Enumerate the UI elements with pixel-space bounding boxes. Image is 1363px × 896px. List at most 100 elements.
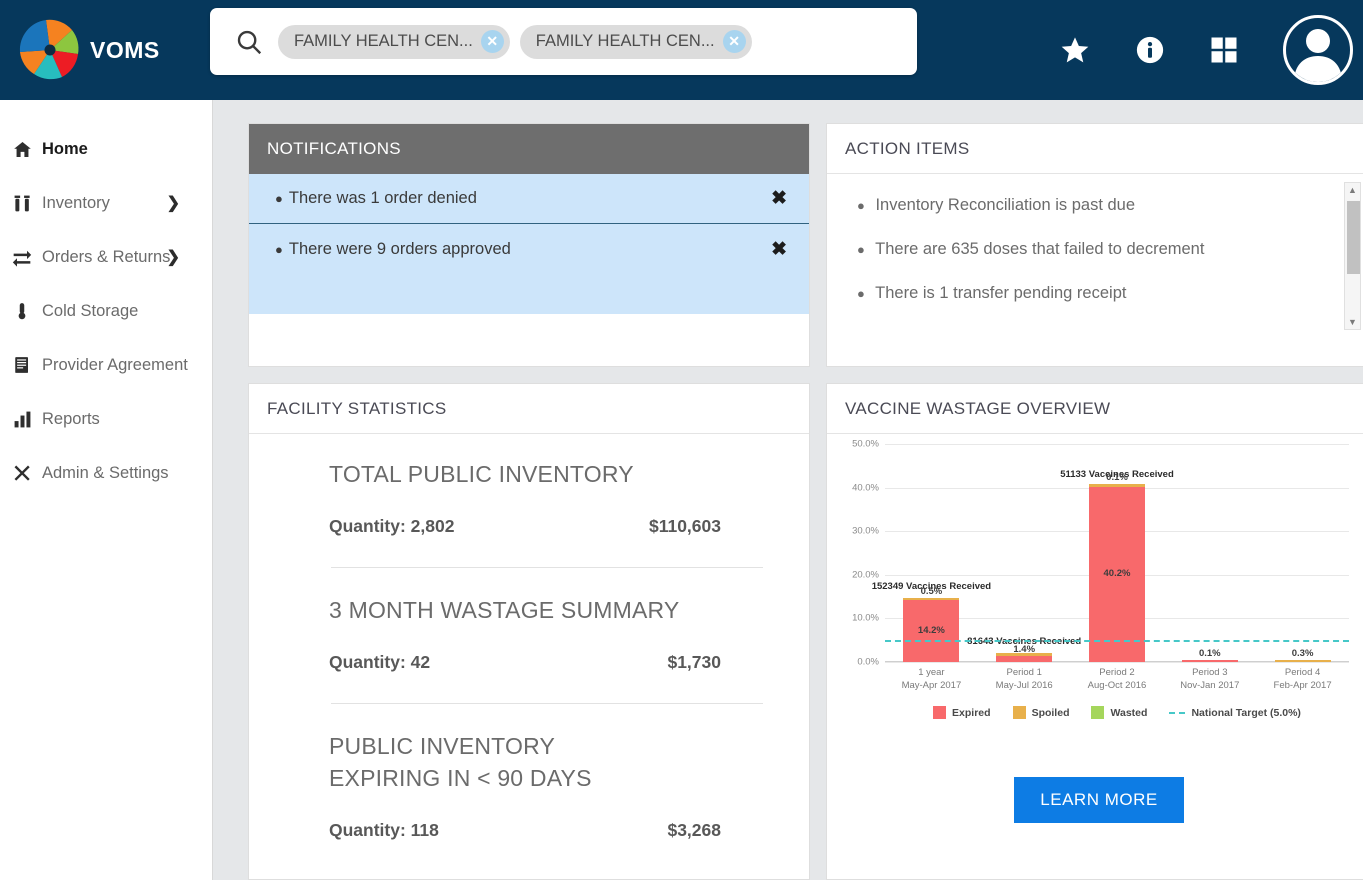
list-item[interactable]: ●There was 1 order denied ✖ [249,174,809,224]
sidebar-item-home[interactable]: Home [0,132,212,166]
chevron-right-icon[interactable]: ❯ [167,247,180,267]
search-icon[interactable] [234,27,264,57]
home-icon [8,140,36,159]
exchange-arrows-icon [8,247,36,267]
search-chip[interactable]: FAMILY HEALTH CEN... ✕ [520,25,752,59]
chart-x-tick-label: Period 1May-Jul 2016 [978,666,1071,692]
stat-section-3-month-wastage-summary: 3 MONTH WASTAGE SUMMARY Quantity: 42 $1,… [285,594,773,673]
sidebar-item-provider-agreement[interactable]: Provider Agreement [0,348,212,382]
scroll-up-icon[interactable]: ▲ [1348,183,1357,197]
stat-values: Quantity: 42 $1,730 [285,626,773,673]
chart-bar-group[interactable]: 152349 Vaccines Received0.5%14.2% [885,444,978,662]
chart-national-target-line [885,640,1349,642]
chart-bar-group[interactable]: 81643 Vaccines Received1.4% [978,444,1071,662]
chart-bars: 152349 Vaccines Received0.5%14.2%81643 V… [885,444,1349,662]
sidebar-item-label: Admin & Settings [42,464,169,483]
sidebar-item-inventory[interactable]: Inventory ❯ [0,186,212,220]
chart-legend-item[interactable]: Spoiled [1013,706,1070,719]
stat-quantity: Quantity: 2,802 [329,516,454,537]
search-bar[interactable]: FAMILY HEALTH CEN... ✕ FAMILY HEALTH CEN… [210,8,917,75]
logo-text: VOMS [90,37,160,64]
list-item[interactable]: ● Inventory Reconciliation is past due [857,196,1363,215]
stat-values: Quantity: 2,802 $110,603 [285,490,773,537]
stat-quantity: Quantity: 42 [329,652,430,673]
vaccine-wastage-title: VACCINE WASTAGE OVERVIEW [827,384,1363,434]
chart-y-tick-label: 40.0% [852,482,879,493]
sidebar-nav: Home Inventory ❯ Orders & Returns ❯ [0,100,213,880]
sidebar-item-admin-settings[interactable]: Admin & Settings [0,456,212,490]
chart-x-axis: 1 yearMay-Apr 2017Period 1May-Jul 2016Pe… [885,666,1349,692]
chart-bar-group[interactable]: 0.1% [1163,444,1256,662]
close-icon[interactable]: ✖ [771,187,787,210]
chart-bar-label: 0.5% [921,586,943,597]
chart-legend-item[interactable]: National Target (5.0%) [1169,707,1301,719]
bullet-icon: ● [857,242,865,257]
user-avatar-icon[interactable] [1283,15,1353,85]
stat-heading-line2: EXPIRING IN < 90 DAYS [285,762,773,794]
action-item-text: Inventory Reconciliation is past due [875,196,1135,214]
sidebar-item-label: Provider Agreement [42,356,188,375]
legend-swatch-icon [1013,706,1026,719]
search-chip-remove-icon[interactable]: ✕ [723,30,746,53]
scroll-down-icon[interactable]: ▼ [1348,315,1357,329]
bullet-icon: ● [275,242,283,257]
chart-bar-group[interactable]: 0.3% [1256,444,1349,662]
action-items-scrollbar[interactable]: ▲ ▼ [1344,182,1361,330]
stat-value: $1,730 [667,652,721,673]
bullet-icon: ● [857,198,865,213]
search-chip-remove-icon[interactable]: ✕ [481,30,504,53]
chart-legend-item[interactable]: Wasted [1091,706,1147,719]
chart-bar-label: 1.4% [1013,644,1035,655]
stat-value: $3,268 [667,820,721,841]
search-chip[interactable]: FAMILY HEALTH CEN... ✕ [278,25,510,59]
sidebar-item-cold-storage[interactable]: Cold Storage [0,294,212,328]
chart-x-tick-label: Period 4Feb-Apr 2017 [1256,666,1349,692]
chart-legend: Expired Spoiled Wasted National Target (5.0… [885,706,1349,719]
chart-bar-segment-expired: 0.1% [1182,660,1238,663]
notifications-card: NOTIFICATIONS ●There was 1 order denied … [248,123,810,367]
learn-more-wrap: LEARN MORE [839,777,1359,823]
stat-heading: TOTAL PUBLIC INVENTORY [285,458,773,490]
sidebar-item-orders-returns[interactable]: Orders & Returns ❯ [0,240,212,274]
chart-gridline [885,662,1349,663]
stat-heading: 3 MONTH WASTAGE SUMMARY [285,594,773,626]
logo[interactable]: VOMS [14,14,204,86]
list-item[interactable]: ● There is 1 transfer pending receipt [857,284,1363,303]
wastage-chart: 0.0%10.0%20.0%30.0%40.0%50.0%152349 Vacc… [827,434,1363,880]
grid-apps-icon[interactable] [1209,35,1239,65]
tools-icon [8,464,36,483]
voms-pinwheel-logo-icon [14,14,86,86]
stat-value: $110,603 [649,516,721,537]
chart-bar-label: 0.1% [1199,648,1221,659]
chart-bar-label: 14.2% [918,625,945,636]
close-icon[interactable]: ✖ [771,238,787,261]
action-items-card: ACTION ITEMS ● Inventory Reconciliation … [826,123,1363,367]
list-item[interactable]: ●There were 9 orders approved ✖ [249,224,809,274]
chart-plot-area: 0.0%10.0%20.0%30.0%40.0%50.0%152349 Vacc… [885,444,1349,662]
facility-statistics-card: FACILITY STATISTICS TOTAL PUBLIC INVENTO… [248,383,810,880]
legend-label: Wasted [1110,707,1147,719]
legend-label: National Target (5.0%) [1191,707,1301,719]
star-icon[interactable] [1059,34,1091,66]
chart-y-tick-label: 30.0% [852,526,879,537]
facility-statistics-title: FACILITY STATISTICS [249,384,809,434]
chart-legend-item[interactable]: Expired [933,706,991,719]
stat-quantity: Quantity: 118 [329,820,439,841]
chart-bar-segment-expired: 1.4% [996,656,1052,662]
thermometer-icon [8,302,36,320]
sidebar-item-reports[interactable]: Reports [0,402,212,436]
stat-values: Quantity: 118 $3,268 [285,794,773,841]
app-header: VOMS FAMILY HEALTH CEN... ✕ FAMILY HEALT… [0,0,1363,100]
list-item[interactable]: ● There are 635 doses that failed to dec… [857,240,1363,259]
action-items-list: ● Inventory Reconciliation is past due ●… [827,174,1363,339]
learn-more-button[interactable]: LEARN MORE [1014,777,1183,823]
chart-bar-group[interactable]: 51133 Vaccines Received0.1%40.2% [1071,444,1164,662]
notification-text: ●There was 1 order denied [275,189,477,208]
info-icon[interactable] [1135,35,1165,65]
chart-y-tick-label: 20.0% [852,569,879,580]
action-items-title: ACTION ITEMS [827,124,1363,174]
scrollbar-thumb[interactable] [1347,201,1360,274]
legend-label: Spoiled [1032,707,1070,719]
chevron-right-icon[interactable]: ❯ [167,193,180,213]
legend-label: Expired [952,707,991,719]
